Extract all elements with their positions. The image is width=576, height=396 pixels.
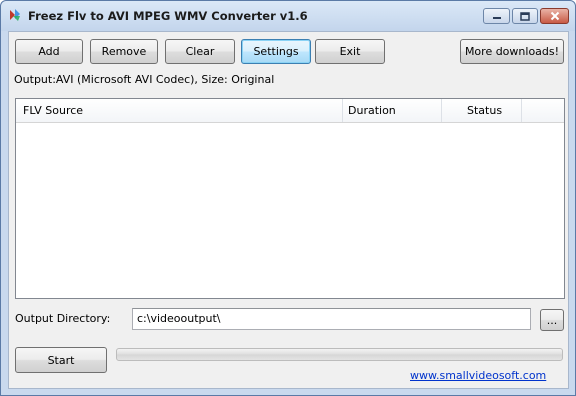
minimize-icon xyxy=(492,17,501,19)
settings-button[interactable]: Settings xyxy=(241,39,311,64)
start-button[interactable]: Start xyxy=(15,347,107,373)
exit-button[interactable]: Exit xyxy=(315,39,385,64)
more-downloads-button[interactable]: More downloads! xyxy=(460,39,564,64)
output-directory-input[interactable]: c:\videooutput\ xyxy=(132,308,531,330)
list-header: FLV Source Duration Status xyxy=(16,99,564,123)
maximize-button[interactable] xyxy=(512,8,538,24)
close-button[interactable] xyxy=(540,8,569,24)
column-header-filler xyxy=(522,99,564,122)
client-area: Add Remove Clear Settings Exit More down… xyxy=(8,31,569,389)
flv-file-list[interactable]: FLV Source Duration Status xyxy=(15,98,565,299)
minimize-button[interactable] xyxy=(483,8,510,24)
conversion-progress-bar xyxy=(116,348,563,361)
maximize-icon xyxy=(520,11,530,21)
remove-button[interactable]: Remove xyxy=(90,39,158,64)
column-header-duration[interactable]: Duration xyxy=(343,99,442,122)
app-window: Freez Flv to AVI MPEG WMV Converter v1.6… xyxy=(0,0,576,396)
output-directory-label: Output Directory: xyxy=(15,312,111,325)
column-header-flv-source[interactable]: FLV Source xyxy=(16,99,343,122)
close-icon xyxy=(550,11,559,21)
output-format-status: Output:AVI (Microsoft AVI Codec), Size: … xyxy=(14,73,275,86)
app-icon xyxy=(10,9,20,21)
title-bar[interactable]: Freez Flv to AVI MPEG WMV Converter v1.6 xyxy=(1,1,575,31)
website-link[interactable]: www.smallvideosoft.com xyxy=(410,369,546,382)
clear-button[interactable]: Clear xyxy=(165,39,235,64)
add-button[interactable]: Add xyxy=(15,39,83,64)
window-title: Freez Flv to AVI MPEG WMV Converter v1.6 xyxy=(28,9,308,23)
browse-button[interactable]: ... xyxy=(540,309,564,331)
column-header-status[interactable]: Status xyxy=(442,99,522,122)
